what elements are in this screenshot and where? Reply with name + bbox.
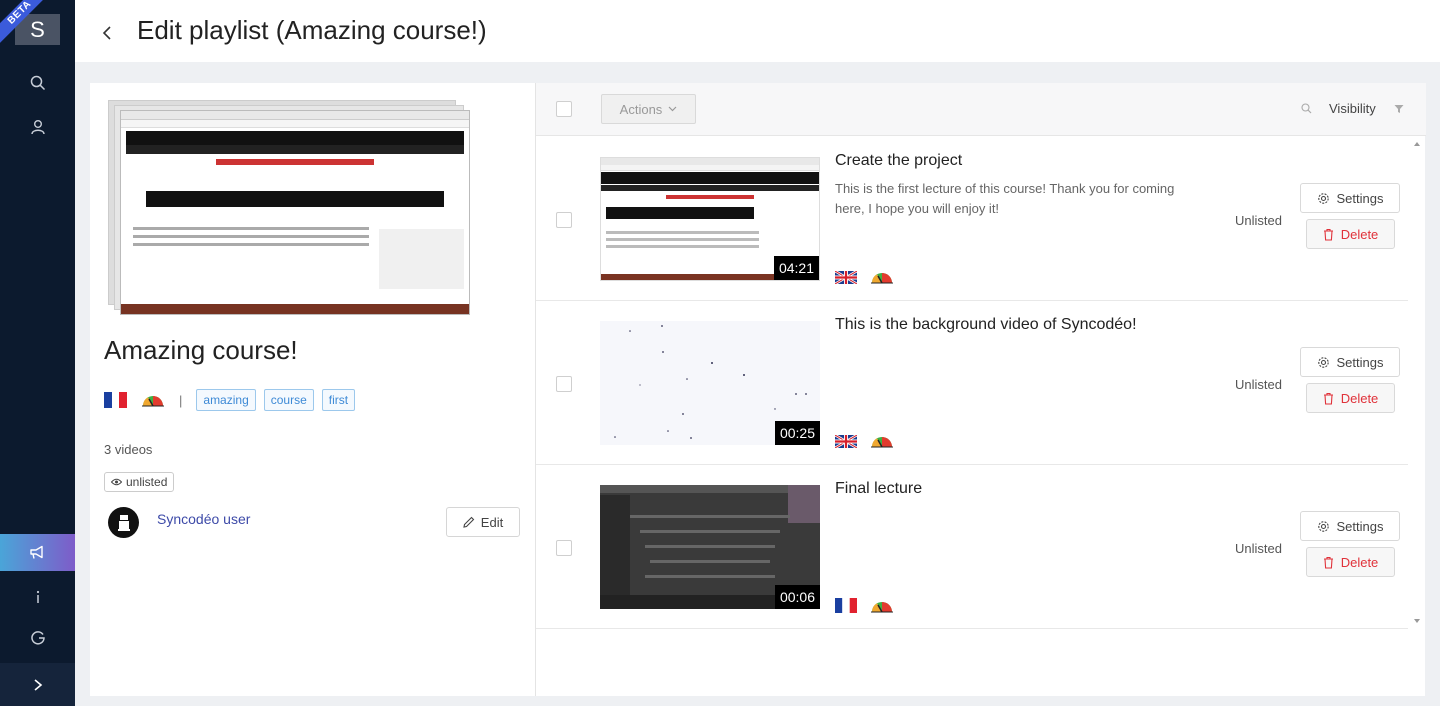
videos-panel: Actions Visibility 04:21 Create the proj… bbox=[535, 83, 1426, 696]
tag-first[interactable]: first bbox=[321, 389, 356, 411]
chevron-down-icon bbox=[668, 106, 677, 112]
video-status: Unlisted bbox=[1235, 377, 1282, 392]
page-header: Edit playlist (Amazing course!) bbox=[75, 0, 1440, 62]
eye-icon bbox=[111, 478, 122, 486]
back-button[interactable] bbox=[97, 22, 117, 44]
tag-course[interactable]: course bbox=[263, 389, 314, 411]
video-meta bbox=[835, 270, 894, 284]
sidebar: S BETA bbox=[0, 0, 75, 706]
videos-toolbar: Actions Visibility bbox=[536, 83, 1426, 136]
video-thumbnail[interactable]: 04:21 bbox=[600, 157, 820, 281]
video-row-checkbox[interactable] bbox=[556, 376, 572, 392]
video-title[interactable]: Final lecture bbox=[835, 480, 922, 498]
video-duration: 00:25 bbox=[774, 421, 820, 445]
settings-label: Settings bbox=[1336, 518, 1384, 534]
france-flag-icon bbox=[835, 598, 857, 613]
video-title[interactable]: Create the project bbox=[835, 152, 962, 170]
difficulty-gauge-icon bbox=[871, 601, 893, 612]
edit-label: Edit bbox=[480, 514, 504, 530]
sidebar-logout[interactable] bbox=[0, 623, 75, 653]
playlist-owner: Syncodéo user bbox=[108, 507, 250, 538]
scroll-down-icon bbox=[1414, 619, 1420, 623]
scroll-up-icon bbox=[1414, 142, 1420, 146]
video-row: 00:06 Final lecture Unlisted Settings De… bbox=[536, 465, 1408, 629]
video-row-checkbox[interactable] bbox=[556, 212, 572, 228]
sidebar-search[interactable] bbox=[0, 68, 75, 98]
logo-letter: S bbox=[30, 17, 45, 42]
chevron-left-icon bbox=[102, 26, 111, 40]
meta-separator: | bbox=[179, 392, 183, 408]
trash-icon bbox=[1323, 392, 1333, 405]
video-thumbnail[interactable]: 00:25 bbox=[600, 321, 820, 445]
difficulty-gauge-icon bbox=[871, 273, 893, 284]
video-settings-button[interactable]: Settings bbox=[1300, 347, 1400, 377]
sidebar-info[interactable] bbox=[0, 582, 75, 612]
gear-icon bbox=[1317, 520, 1329, 532]
difficulty-gauge-icon bbox=[142, 396, 164, 407]
video-meta bbox=[835, 598, 894, 613]
tag-amazing[interactable]: amazing bbox=[196, 389, 256, 411]
video-duration: 00:06 bbox=[774, 585, 820, 609]
logout-icon bbox=[30, 631, 45, 645]
playlist-meta: | amazing course first bbox=[104, 388, 363, 412]
video-list-scrollbar[interactable] bbox=[1411, 138, 1423, 628]
sidebar-announcements[interactable] bbox=[0, 534, 75, 571]
video-thumbnail[interactable]: 00:06 bbox=[600, 485, 820, 609]
playlist-details-panel: Amazing course! | amazing course first 3… bbox=[90, 83, 535, 696]
delete-label: Delete bbox=[1340, 390, 1379, 406]
visibility-text: unlisted bbox=[126, 475, 168, 489]
sidebar-profile[interactable] bbox=[0, 112, 75, 142]
info-icon bbox=[36, 590, 39, 603]
video-description: This is the first lecture of this course… bbox=[835, 181, 1175, 216]
select-all-checkbox[interactable] bbox=[556, 101, 572, 117]
sidebar-expand[interactable] bbox=[0, 663, 75, 706]
page-title: Edit playlist (Amazing course!) bbox=[137, 15, 487, 45]
edit-playlist-button[interactable]: Edit bbox=[446, 507, 520, 537]
search-icon bbox=[30, 75, 45, 91]
filter-icon[interactable] bbox=[1394, 104, 1404, 114]
video-status: Unlisted bbox=[1235, 541, 1282, 556]
playlist-title: Amazing course! bbox=[104, 335, 298, 365]
megaphone-icon bbox=[30, 545, 43, 559]
gear-icon bbox=[1317, 356, 1329, 368]
pencil-icon bbox=[463, 516, 475, 528]
user-avatar-icon bbox=[117, 514, 130, 531]
video-delete-button[interactable]: Delete bbox=[1306, 547, 1395, 577]
visibility-badge: unlisted bbox=[104, 472, 175, 492]
france-flag-icon bbox=[104, 392, 127, 408]
actions-label: Actions bbox=[619, 101, 663, 117]
user-icon bbox=[30, 120, 45, 135]
trash-icon bbox=[1323, 556, 1333, 569]
video-settings-button[interactable]: Settings bbox=[1300, 511, 1400, 541]
video-delete-button[interactable]: Delete bbox=[1306, 219, 1395, 249]
video-status: Unlisted bbox=[1235, 213, 1282, 228]
video-count: 3 videos bbox=[104, 442, 153, 457]
video-delete-button[interactable]: Delete bbox=[1306, 383, 1395, 413]
video-meta bbox=[835, 434, 894, 448]
avatar[interactable] bbox=[108, 507, 139, 538]
delete-label: Delete bbox=[1340, 554, 1379, 570]
chevron-right-icon bbox=[33, 678, 42, 691]
difficulty-gauge-icon bbox=[871, 437, 893, 448]
actions-dropdown[interactable]: Actions bbox=[601, 94, 696, 124]
gear-icon bbox=[1317, 192, 1329, 204]
video-settings-button[interactable]: Settings bbox=[1300, 183, 1400, 213]
video-duration: 04:21 bbox=[773, 256, 819, 280]
video-row-checkbox[interactable] bbox=[556, 540, 572, 556]
trash-icon bbox=[1323, 228, 1333, 241]
user-name-link[interactable]: Syncodéo user bbox=[157, 511, 250, 527]
video-row: 04:21 Create the project This is the fir… bbox=[536, 137, 1408, 301]
uk-flag-icon bbox=[835, 434, 857, 448]
settings-label: Settings bbox=[1336, 354, 1384, 370]
settings-label: Settings bbox=[1336, 190, 1384, 206]
video-row: 00:25 This is the background video of Sy… bbox=[536, 301, 1408, 465]
visibility-column-header[interactable]: Visibility bbox=[1329, 101, 1376, 116]
playlist-thumbnail[interactable] bbox=[108, 100, 470, 315]
uk-flag-icon bbox=[835, 270, 857, 284]
search-icon[interactable] bbox=[1301, 103, 1312, 114]
thumbnail-screenshot bbox=[120, 110, 470, 315]
video-title[interactable]: This is the background video of Syncodéo… bbox=[835, 316, 1137, 334]
delete-label: Delete bbox=[1340, 226, 1379, 242]
